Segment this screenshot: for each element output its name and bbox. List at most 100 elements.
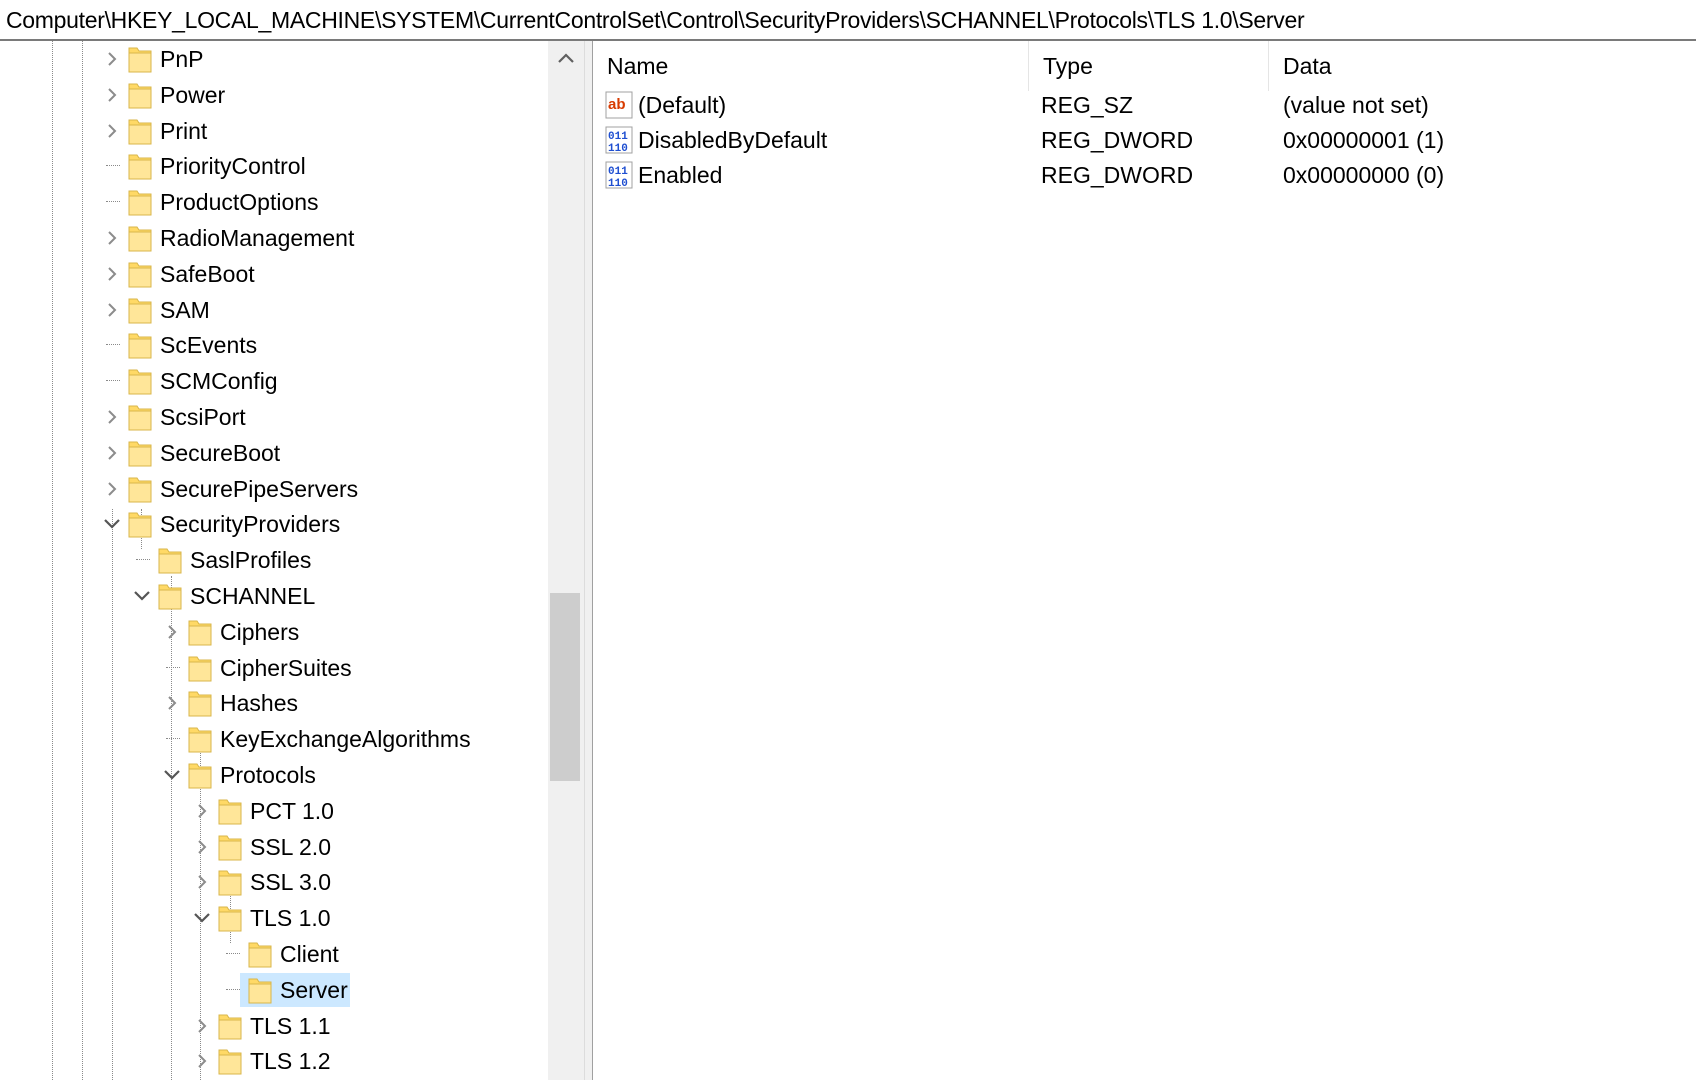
chevron-right-icon[interactable] [100,256,124,292]
column-header-data[interactable]: Data [1269,41,1696,91]
tree-item-label: TLS 1.1 [250,1012,331,1039]
chevron-right-icon[interactable] [100,41,124,77]
tree-item-saslprofiles[interactable]: SaslProfiles [0,542,548,578]
chevron-right-icon[interactable] [100,77,124,113]
tree-item-label: Hashes [220,690,298,717]
tree-item-ciphers[interactable]: Ciphers [0,614,548,650]
folder-icon [128,296,152,324]
address-bar[interactable]: Computer\HKEY_LOCAL_MACHINE\SYSTEM\Curre… [0,0,1696,41]
tree-item-securityproviders[interactable]: SecurityProviders [0,506,548,542]
chevron-right-icon[interactable] [190,1043,214,1079]
folder-icon [128,45,152,73]
chevron-right-icon[interactable] [100,220,124,256]
tree-item-label: Print [160,117,208,144]
folder-icon [158,546,182,574]
svg-text:011: 011 [608,131,628,143]
tree-item-label: SAM [160,296,210,323]
chevron-down-icon[interactable] [160,757,184,793]
pane-splitter[interactable] [584,41,593,1080]
value-name: (Default) [638,92,727,118]
binary-value-icon: 011 110 [605,161,633,190]
tree-item-pct-1-0[interactable]: PCT 1.0 [0,793,548,829]
chevron-up-icon[interactable] [548,41,584,75]
chevron-right-icon[interactable] [100,292,124,328]
folder-icon [218,833,242,861]
tree-item-radiomanagement[interactable]: RadioManagement [0,220,548,256]
tree-item-hashes[interactable]: Hashes [0,685,548,721]
chevron-right-icon[interactable] [190,829,214,865]
chevron-down-icon[interactable] [100,506,124,542]
tree-item-label: PnP [160,46,204,72]
folder-icon [128,475,152,503]
folder-icon [128,260,152,288]
tree-item-secureboot[interactable]: SecureBoot [0,435,548,471]
values-list[interactable]: Name Type Data ab (Default) REG_SZ (value n… [593,41,1696,1080]
column-header-type[interactable]: Type [1029,41,1269,91]
tree-item-sam[interactable]: SAM [0,292,548,328]
tree-pane[interactable]: PnP Power Print PriorityControl ProductOptio… [0,41,588,1080]
tree-connector [106,344,120,346]
tree-item-scevents[interactable]: ScEvents [0,327,548,363]
tree-item-scmconfig[interactable]: SCMConfig [0,363,548,399]
registry-value-row[interactable]: ab (Default) REG_SZ (value not set) [593,87,1696,123]
registry-value-row[interactable]: 011 110 DisabledByDefault REG_DWORD 0x000000… [593,122,1696,158]
tree-item-securepipeservers[interactable]: SecurePipeServers [0,471,548,507]
tree-scrollbar[interactable] [548,41,584,1080]
chevron-right-icon[interactable] [100,471,124,507]
tree-item-ssl-2-0[interactable]: SSL 2.0 [0,829,548,865]
chevron-right-icon[interactable] [100,435,124,471]
tree-item-server[interactable]: Server [0,972,548,1008]
chevron-right-icon[interactable] [190,864,214,900]
tree-item-label: ScEvents [160,332,258,359]
tree-connector [106,201,120,203]
tree-item-label: TLS 1.2 [250,1048,331,1075]
tree-item-keyexchangealgorithms[interactable]: KeyExchangeAlgorithms [0,721,548,757]
column-header-name[interactable]: Name [593,41,1029,91]
tree-item-label: ScsiPort [160,404,246,430]
tree-item-productoptions[interactable]: ProductOptions [0,184,548,220]
tree-item-protocols[interactable]: Protocols [0,757,548,793]
tree-connector [106,380,120,382]
tree-item-tls-1-1[interactable]: TLS 1.1 [0,1008,548,1044]
folder-icon [128,81,152,109]
address-path[interactable]: Computer\HKEY_LOCAL_MACHINE\SYSTEM\Curre… [6,7,1305,34]
chevron-right-icon[interactable] [160,685,184,721]
tree-item-label: SecurityProviders [160,511,341,538]
folder-icon [218,1047,242,1075]
value-data: 0x00000000 (0) [1283,162,1445,188]
chevron-right-icon[interactable] [100,399,124,435]
chevron-right-icon[interactable] [160,614,184,650]
chevron-right-icon[interactable] [100,113,124,149]
tree-item-safeboot[interactable]: SafeBoot [0,256,548,292]
tree-item-client[interactable]: Client [0,936,548,972]
tree-item-label: SaslProfiles [190,547,312,574]
folder-icon [128,188,152,216]
tree-item-tls-1-2[interactable]: TLS 1.2 [0,1043,548,1079]
tree-item-prioritycontrol[interactable]: PriorityControl [0,148,548,184]
value-data: (value not set) [1283,92,1429,118]
registry-value-row[interactable]: 011 110 Enabled REG_DWORD 0x00000000 (0) [593,157,1696,193]
binary-value-icon: 011 110 [605,126,633,155]
folder-icon [128,224,152,252]
scroll-thumb[interactable] [550,593,580,781]
chevron-down-icon[interactable] [130,578,154,614]
folder-icon [128,331,152,359]
tree-item-label: SCMConfig [160,368,278,395]
tree-item-print[interactable]: Print [0,113,548,149]
tree-item-power[interactable]: Power [0,77,548,113]
tree-connector [166,666,180,668]
value-type: REG_DWORD [1041,127,1194,153]
chevron-down-icon[interactable] [190,900,214,936]
tree-item-label: SCHANNEL [190,583,316,609]
tree-item-ciphersuites[interactable]: CipherSuites [0,650,548,686]
chevron-right-icon[interactable] [190,793,214,829]
chevron-right-icon[interactable] [190,1008,214,1044]
folder-icon [188,654,212,682]
tree-item-scsiport[interactable]: ScsiPort [0,399,548,435]
tree-item-tls-1-0[interactable]: TLS 1.0 [0,900,548,936]
tree-item-pnp[interactable]: PnP [0,41,548,77]
value-data: 0x00000001 (1) [1283,127,1445,153]
tree-item-ssl-3-0[interactable]: SSL 3.0 [0,864,548,900]
tree-item-schannel[interactable]: SCHANNEL [0,578,548,614]
string-value-icon: ab [605,91,633,119]
